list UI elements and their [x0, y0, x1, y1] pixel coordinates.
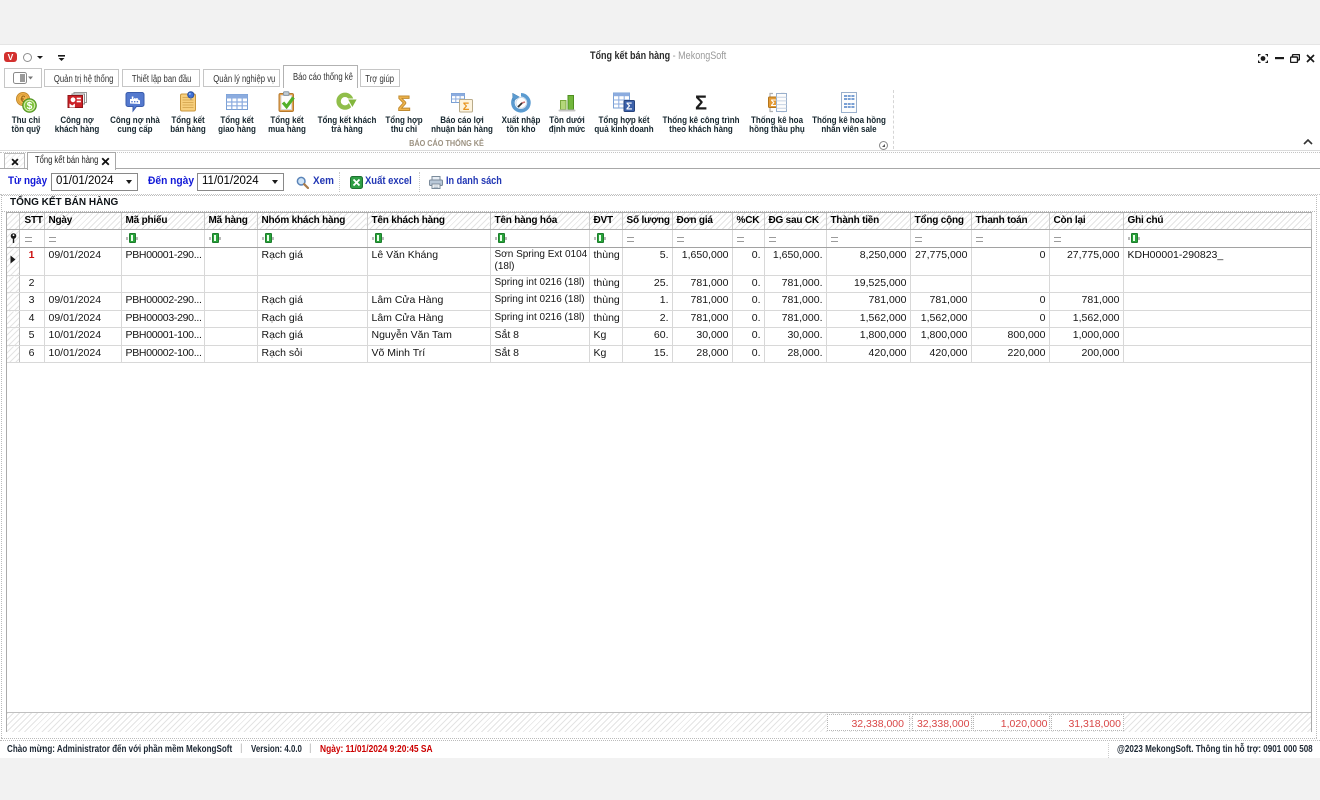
- svg-text:Σ: Σ: [626, 101, 632, 113]
- svg-text:Σ: Σ: [695, 93, 707, 115]
- svg-text:Σ: Σ: [771, 98, 777, 109]
